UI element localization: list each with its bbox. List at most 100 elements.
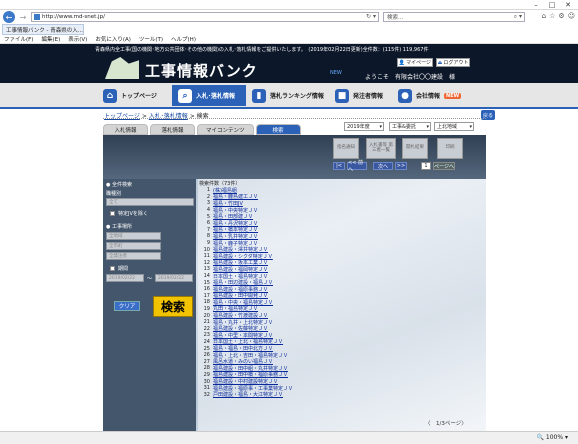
result-row[interactable]: 16 福島建設・福原事務ＪＶ [200,286,440,293]
result-link[interactable]: 福島・竹田JV [213,200,243,207]
maximize-icon[interactable]: □ [544,0,560,10]
result-row[interactable]: 13 福島建設・福岡特定ＪＶ [200,266,440,272]
result-link[interactable]: 日本国土・福島特定ＪＶ [213,273,268,280]
print-button[interactable]: 印刷 [437,138,463,159]
result-row[interactable]: 8 福島・乳井特定ＪＶ [200,233,440,240]
last-page-button[interactable]: >> [395,162,407,170]
menu-edit[interactable]: 編集(E) [41,35,60,43]
mypage-button[interactable]: 👤 マイページ [397,58,433,67]
date-from-input[interactable]: 2019/02/22 [106,274,144,282]
date-to-input[interactable]: 2019/02/22 [155,274,193,282]
job-type-select[interactable]: 全て [106,198,194,206]
menu-view[interactable]: 表示(V) [68,35,87,43]
result-link[interactable]: 福島・中里・本間特定ＪＶ [213,332,273,339]
period-checkbox[interactable] [110,266,115,271]
menu-tools[interactable]: ツール(T) [139,35,163,43]
result-link[interactable]: 丸田・福島特定ＪＶ [213,306,258,312]
result-row[interactable]: 22 福島建設・佐藤特定ＪＶ [200,325,440,332]
result-link[interactable]: 福島建設・田中橋・福原事務ＪＶ [213,372,288,378]
result-link[interactable]: 風呂水道・みのい福島ＪＶ [213,358,273,365]
result-link[interactable]: 福島建設・田中組・丸井特定ＪＶ [213,365,288,372]
group-all-label[interactable]: ● 全件検索 [106,181,132,188]
first-page-button[interactable]: |< [333,162,345,170]
back-arrow-icon[interactable]: ← [3,11,15,23]
browser-tab[interactable]: 工事情報バンク - 青森県の入... ✕ [2,24,84,35]
tab-bid[interactable]: 入札情報 [103,124,148,135]
result-row[interactable]: 7 福島・橋本特定ＪＶ [200,227,440,233]
nav-bid-info[interactable]: ⌕ 入札･落札情報 [172,85,246,106]
result-link[interactable]: 福島・上北・吉田・福島特定ＪＶ [213,352,288,359]
result-link[interactable]: 福島・鹿子特定ＪＶ [213,240,258,247]
smiley-icon[interactable]: ☺ [568,12,575,20]
result-row[interactable]: 19 丸田・福島特定ＪＶ [200,306,440,312]
nomination-button[interactable]: 指名通知 [333,138,359,159]
next-page-button[interactable]: 次へ [373,162,393,170]
result-link[interactable]: 福島・田部建ＪＶ [213,213,253,220]
refresh-icon[interactable]: ↻ ▾ [366,13,376,20]
result-row[interactable]: 6 福島・丹沢特定ＪＶ [200,220,440,227]
forward-arrow-icon[interactable]: → [17,11,29,23]
favorites-star-icon[interactable]: ☆ [549,12,555,20]
result-row[interactable]: 9 福島・鹿子特定ＪＶ [200,240,440,247]
result-row[interactable]: 32 戸田建設・福島・大江特定ＪＶ [200,391,440,398]
tab-award[interactable]: 落札情報 [150,124,195,135]
browser-search-box[interactable]: 検索... ⌕ ▾ [383,12,525,22]
result-link[interactable]: 福島・丹沢特定ＪＶ [213,220,258,227]
settings-gear-icon[interactable]: ⚙ [558,12,564,20]
nav-top-page[interactable]: ⌂ トップページ [103,85,157,106]
result-row[interactable]: 31 福島建設・福原事・工事業特定ＪＶ [200,385,440,392]
result-row[interactable]: 25 福島・福島・田中北方ＪＶ [200,345,440,352]
search-button[interactable]: 検索 [153,296,193,317]
menu-favorites[interactable]: お気に入り(A) [95,35,131,43]
area-select[interactable]: 全地域 [106,232,161,240]
orderer-select[interactable]: 全発注者 [106,252,161,260]
exclude-jv-checkbox[interactable] [110,211,115,216]
search-icon[interactable]: ⌕ ▾ [514,13,522,21]
page-number-input[interactable]: 1 [421,162,431,170]
tab-search[interactable]: 検索 [255,124,301,135]
result-link[interactable]: 戸田建設・福島・大江特定ＪＶ [213,391,283,398]
result-link[interactable]: 福島建設・澤井特定ＪＶ [213,246,268,253]
prev-page-button[interactable]: << 前へ [347,160,367,173]
address-bar[interactable]: http://www.md-snet.jp/ ↻ ▾ [31,12,379,22]
zoom-control[interactable]: 🔍 100% ▾ [537,434,569,441]
result-link[interactable]: 福島建設・佐藤特定ＪＶ [213,325,268,332]
menu-help[interactable]: ヘルプ(H) [171,35,196,43]
nav-ranking[interactable]: ▮ 落札ランキング情報 [252,85,324,106]
result-link[interactable]: 福島・中央特定ＪＶ [213,207,258,214]
result-row[interactable]: 1 (株)福島組 [200,187,440,193]
result-row[interactable]: 5 福島・田部建ＪＶ [200,213,440,220]
result-link[interactable]: 福島建設・福原事務ＪＶ [213,286,268,293]
result-row[interactable]: 24 日本国土・上北・福島特定ＪＶ [200,339,440,345]
result-row[interactable]: 23 福島・中里・本間特定ＪＶ [200,332,440,339]
result-link[interactable]: 福島・田辺建設・福島ＪＶ [213,279,273,286]
result-link[interactable]: 福島建設・竹渡建設ＪＶ [213,312,268,319]
result-row[interactable]: 4 福島・中央特定ＪＶ [200,207,440,214]
result-row[interactable]: 15 福島・田辺建設・福島ＪＶ [200,279,440,286]
result-row[interactable]: 11 福島建設・シクダ特定ＪＶ [200,253,440,260]
result-row[interactable]: 26 福島・上北・吉田・福島特定ＪＶ [200,352,440,359]
result-button[interactable]: 開札結果 [402,138,428,159]
result-link[interactable]: 福島・鹿島建工ＪＶ [213,194,258,200]
result-link[interactable]: 福島建設・シクダ特定ＪＶ [213,253,273,260]
result-link[interactable]: 福島・中央・福島特定ＪＶ [213,299,273,306]
result-link[interactable]: 福島・福島・田中北方ＪＶ [213,345,273,352]
logout-button[interactable]: ⏏ ログアウト [436,58,470,67]
result-row[interactable]: 27 風呂水道・みのい福島ＪＶ [200,358,440,365]
minimize-icon[interactable]: – [528,0,544,10]
tab-mycontents[interactable]: マイコンテンツ [197,124,254,135]
result-row[interactable]: 17 福島建設・田中開発ＪＶ [200,293,440,299]
nav-orderer[interactable]: ■ 発注者情報 [335,85,383,106]
bidder-list-button[interactable]: 入札書等 第三者一覧 [366,138,396,159]
result-link[interactable]: 福島・乳井特定ＪＶ [213,233,258,240]
clear-button[interactable]: クリア [114,301,140,311]
location-label[interactable]: ● 工事場所 [106,223,132,230]
result-row[interactable]: 10 福島建設・澤井特定ＪＶ [200,246,440,253]
result-link[interactable]: 福島・橋本特定ＪＶ [213,227,258,233]
result-row[interactable]: 14 日本国土・福島特定ＪＶ [200,273,440,280]
home-icon[interactable]: ⌂ [542,12,546,20]
result-link[interactable]: 福島建設・福原事・工事業特定ＪＶ [213,385,293,392]
city-select[interactable]: 全市町 [106,242,161,250]
result-link[interactable]: 福島建設・中村建設特定ＪＶ [213,378,278,385]
result-row[interactable]: 2 福島・鹿島建工ＪＶ [200,194,440,200]
